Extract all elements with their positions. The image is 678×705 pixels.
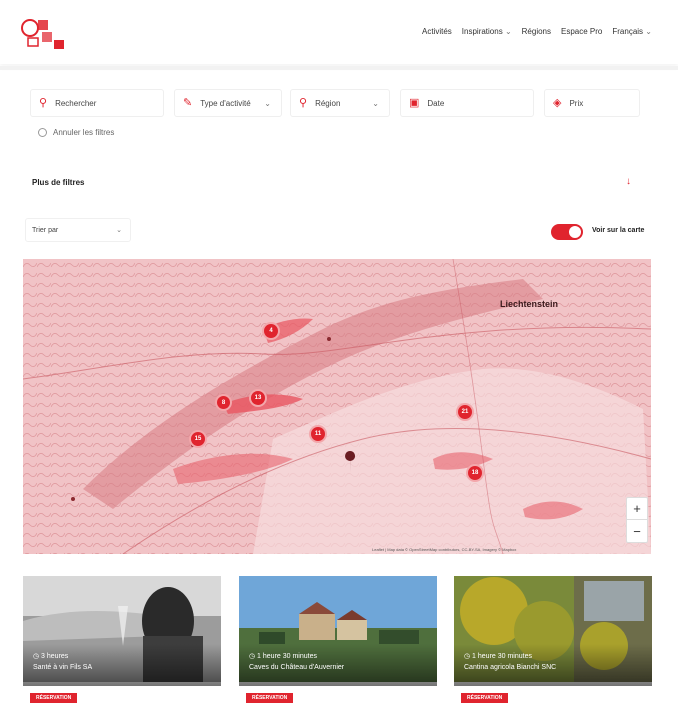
map-toggle-label: Voir sur la carte xyxy=(592,227,645,234)
map-view[interactable]: Liechtenstein 4 8 13 15 11 21 18 Leaflet… xyxy=(23,259,651,554)
date-picker[interactable]: ▣ Date xyxy=(400,89,534,117)
close-circle-icon xyxy=(38,128,47,137)
search-input[interactable]: ⚲ Rechercher xyxy=(30,89,164,117)
header-divider xyxy=(0,66,678,70)
activity-card[interactable]: ◷ 1 heure 30 minutes Caves du Château d'… xyxy=(239,576,437,686)
map-cluster-marker[interactable]: 4 xyxy=(262,322,280,340)
card-duration: ◷ 1 heure 30 minutes xyxy=(249,653,317,660)
search-icon: ⚲ xyxy=(39,96,48,109)
map-cluster-marker[interactable]: 11 xyxy=(309,425,327,443)
activity-card[interactable]: ◷ 1 heure 30 minutes Cantina agricola Bi… xyxy=(454,576,652,686)
main-nav: Activités Inspirations Régions Espace Pr… xyxy=(422,27,652,36)
sort-label: Trier par xyxy=(32,226,59,234)
card-title: Caves du Château d'Auvernier xyxy=(249,664,345,671)
price-tag-icon: ◈ xyxy=(553,96,562,109)
reset-filters-button[interactable]: Annuler les filtres xyxy=(38,128,114,137)
map-cluster-marker[interactable]: 13 xyxy=(249,389,267,407)
zoom-in-button[interactable]: + xyxy=(627,498,647,520)
card-title: Cantina agricola Bianchi SNC xyxy=(464,664,557,671)
calendar-icon: ▣ xyxy=(409,96,420,109)
tag-icon: ✎ xyxy=(183,96,193,109)
chevron-down-icon: ⌄ xyxy=(264,98,271,108)
activity-type-select[interactable]: ✎ Type d'activité ⌄ xyxy=(174,89,282,117)
nav-inspirations[interactable]: Inspirations xyxy=(462,27,512,36)
date-label: Date xyxy=(427,98,445,108)
arrow-down-icon[interactable]: ↓ xyxy=(626,176,631,187)
map-toggle[interactable] xyxy=(551,224,583,240)
logo-icon[interactable] xyxy=(20,14,68,54)
activity-card[interactable]: ◷ 3 heures Santé à vin Fils SA xyxy=(23,576,221,686)
nav-espace-pro[interactable]: Espace Pro xyxy=(561,27,602,36)
card-duration: ◷ 1 heure 30 minutes xyxy=(464,653,532,660)
chevron-down-icon: ⌄ xyxy=(372,98,379,108)
search-placeholder: Rechercher xyxy=(55,98,97,108)
reservation-badge: RÉSERVATION xyxy=(30,693,78,703)
map-attribution: Leaflet | Map data © OpenStreetMap contr… xyxy=(372,547,517,552)
price-label: Prix xyxy=(569,98,584,108)
map-cluster-marker[interactable]: 21 xyxy=(456,403,474,421)
map-cluster-marker[interactable]: 8 xyxy=(215,394,232,411)
site-header: Activités Inspirations Régions Espace Pr… xyxy=(0,0,678,64)
activity-type-label: Type d'activité xyxy=(200,98,251,108)
region-select[interactable]: ⚲ Région ⌄ xyxy=(290,89,390,117)
region-label: Région xyxy=(315,98,341,108)
card-title: Santé à vin Fils SA xyxy=(33,664,93,671)
reservation-badge: RÉSERVATION xyxy=(461,693,509,703)
reset-filters-label: Annuler les filtres xyxy=(53,128,115,137)
zoom-out-button[interactable]: − xyxy=(627,520,647,542)
location-pin-icon: ⚲ xyxy=(299,96,308,109)
map-city-label: Liechtenstein xyxy=(500,299,559,309)
reservation-badge: RÉSERVATION xyxy=(246,693,294,703)
nav-regions[interactable]: Régions xyxy=(522,27,551,36)
chevron-down-icon: ⌄ xyxy=(116,227,122,234)
sort-select[interactable]: Trier par ⌄ xyxy=(25,218,131,242)
nav-activities[interactable]: Activités xyxy=(422,27,452,36)
language-selector[interactable]: Français xyxy=(612,27,652,36)
card-duration: ◷ 3 heures xyxy=(33,653,69,660)
price-filter[interactable]: ◈ Prix xyxy=(544,89,640,117)
map-cluster-marker[interactable]: 18 xyxy=(466,464,484,482)
map-zoom-control: + − xyxy=(626,497,648,543)
more-filters-toggle[interactable]: Plus de filtres xyxy=(32,178,84,187)
map-cluster-marker[interactable]: 15 xyxy=(189,430,207,448)
